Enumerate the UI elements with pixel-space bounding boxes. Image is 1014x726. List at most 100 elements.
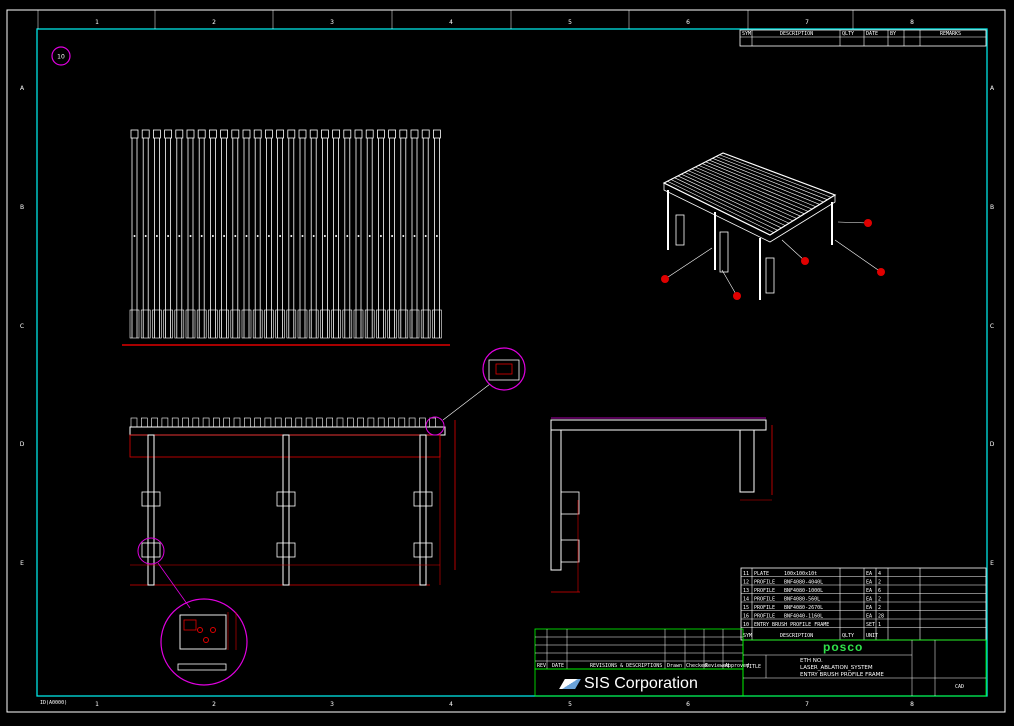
rev-h-rev: REV: [537, 663, 546, 669]
cad-drawing-sheet: 1122334455667788 A AB BC CD DE E 10 ID(A0000)…: [6, 9, 1006, 713]
bom-cell: 14: [743, 597, 749, 603]
sis-logo-icon: [559, 679, 581, 689]
grid-column-label: 8: [910, 701, 914, 708]
top-table-h-remarks: REMARKS: [940, 31, 961, 37]
bom-cell: 11: [743, 571, 749, 577]
bom-cell: PLATE: [754, 571, 769, 577]
grid-columns: 1122334455667788: [37, 10, 914, 708]
profile-bar-top: [253, 129, 262, 139]
grid-column-label: 7: [805, 19, 809, 26]
profile-bar-top: [242, 129, 251, 139]
profile-bar-top: [130, 129, 139, 139]
outer-frame: [6, 9, 1006, 713]
grid-row-label: D: [990, 441, 995, 448]
profile-bar-top: [287, 129, 296, 139]
bom-cell: EA: [866, 571, 872, 577]
bom-cell: SET: [866, 622, 875, 628]
profile-bar-top: [332, 129, 341, 139]
bom-cell: PROFILE: [754, 588, 775, 594]
grid-row-label: B: [20, 204, 24, 211]
bom-cell: EA: [866, 580, 872, 586]
profile-bar-top: [141, 129, 150, 139]
drawing-border: [36, 28, 988, 697]
grid-column-label: 7: [805, 701, 809, 708]
bom-cell: BNF4080-560L: [784, 597, 820, 603]
iso-balloon-1: [661, 275, 669, 283]
bom-cell: EA: [866, 597, 872, 603]
bom-cell: 12: [743, 580, 749, 586]
bom-cell: BNF4080-2670L: [784, 605, 823, 611]
profile-bar-top: [264, 129, 273, 139]
iso-balloon-4: [877, 268, 885, 276]
bom-header: DESCRIPTION: [780, 633, 813, 639]
profile-bar-top: [354, 129, 363, 139]
grid-row-label: C: [20, 323, 24, 330]
top-table-h-by: BY: [890, 31, 896, 37]
profile-bar-top: [376, 129, 385, 139]
profile-bar-top: [410, 129, 419, 139]
top-table-h-sym: SYM: [742, 31, 751, 37]
bom-cell: 2: [878, 597, 881, 603]
grid-row-label: C: [990, 323, 994, 330]
profile-bar-top: [421, 129, 430, 139]
bom-cell: PROFILE: [754, 597, 775, 603]
profile-bar-top: [197, 129, 206, 139]
title-label: TITLE: [746, 664, 761, 670]
grid-column-label: 4: [449, 701, 453, 708]
grid-column-label: 2: [212, 19, 216, 26]
iso-balloon-3: [801, 257, 809, 265]
grid-column-label: 2: [212, 701, 216, 708]
bom-cell: 10: [743, 622, 749, 628]
rev-h-desc: REVISIONS & DESCRIPTIONS: [590, 663, 662, 669]
profile-bar-top: [186, 129, 195, 139]
profile-bar-top: [231, 129, 240, 139]
detail-callouts: [137, 347, 526, 686]
profile-bar-top: [309, 129, 318, 139]
front-view-profiles: [122, 129, 450, 346]
grid-column-label: 3: [330, 19, 334, 26]
bom-cell: 6: [878, 588, 881, 594]
profile-bar-top: [298, 129, 307, 139]
sheet-number: 10: [57, 54, 65, 61]
bom-header: UNIT: [866, 633, 878, 639]
bom-cell: 1: [878, 622, 881, 628]
posco-logo: posco: [823, 640, 864, 654]
bom-cell: 2: [878, 605, 881, 611]
profile-bar-top: [365, 129, 374, 139]
bom-cell: EA: [866, 605, 872, 611]
profile-bar-top: [432, 129, 441, 139]
top-table-h-date: DATE: [866, 31, 878, 37]
grid-row-label: D: [20, 441, 25, 448]
profile-bar-top: [164, 129, 173, 139]
grid-row-label: B: [990, 204, 994, 211]
bom-cell: BNF4080-1000L: [784, 588, 823, 594]
profile-bar-top: [399, 129, 408, 139]
title-line-2: LASER_ABLATION_SYSTEM: [800, 665, 873, 671]
bom-table: 11 PLATE 100x100x10t EA 412 PROFILE BNF4080-40…: [740, 567, 987, 641]
rev-h-date: DATE: [552, 663, 564, 669]
top-revision-table: SYM DESCRIPTION QLTY DATE BY REMARKS: [739, 29, 987, 47]
bom-cell: 2: [878, 580, 881, 586]
bom-cell: PROFILE: [754, 580, 775, 586]
bom-cell: BNF4080-4040L: [784, 580, 823, 586]
bom-cell: PROFILE: [754, 605, 775, 611]
sis-corporation-logo: SIS Corporation: [559, 672, 742, 696]
bottom-left-code: ID(A0000): [40, 700, 67, 706]
grid-column-label: 1: [95, 19, 99, 26]
grid-column-label: 1: [95, 701, 99, 708]
side-elevation-view: [129, 417, 456, 586]
bom-cell: EA: [866, 614, 872, 620]
profile-bar-top: [220, 129, 229, 139]
grid-row-label: E: [990, 560, 994, 567]
iso-balloon-2: [733, 292, 741, 300]
iso-balloon-5: [864, 219, 872, 227]
grid-column-label: 4: [449, 19, 453, 26]
rev-h-drawn: Drawn: [667, 663, 682, 669]
bom-cell: 15: [743, 605, 749, 611]
bom-header: QLTY: [842, 633, 854, 639]
title-block: TITLE ETH NO. LASER_ABLATION_SYSTEM ENTR…: [742, 639, 987, 697]
rev-h-checked: Checked: [686, 663, 707, 669]
profile-bar-top: [152, 129, 161, 139]
drawing-number: CAD: [955, 684, 964, 690]
bom-cell: PROFILE: [754, 614, 775, 620]
